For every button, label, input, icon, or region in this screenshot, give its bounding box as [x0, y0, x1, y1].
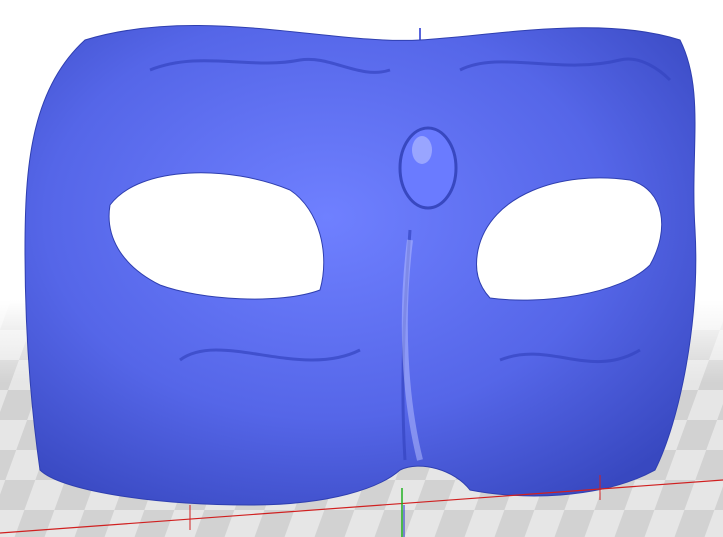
- scene: [0, 25, 723, 537]
- mask-model: [24, 25, 697, 506]
- 3d-viewport[interactable]: [0, 0, 723, 537]
